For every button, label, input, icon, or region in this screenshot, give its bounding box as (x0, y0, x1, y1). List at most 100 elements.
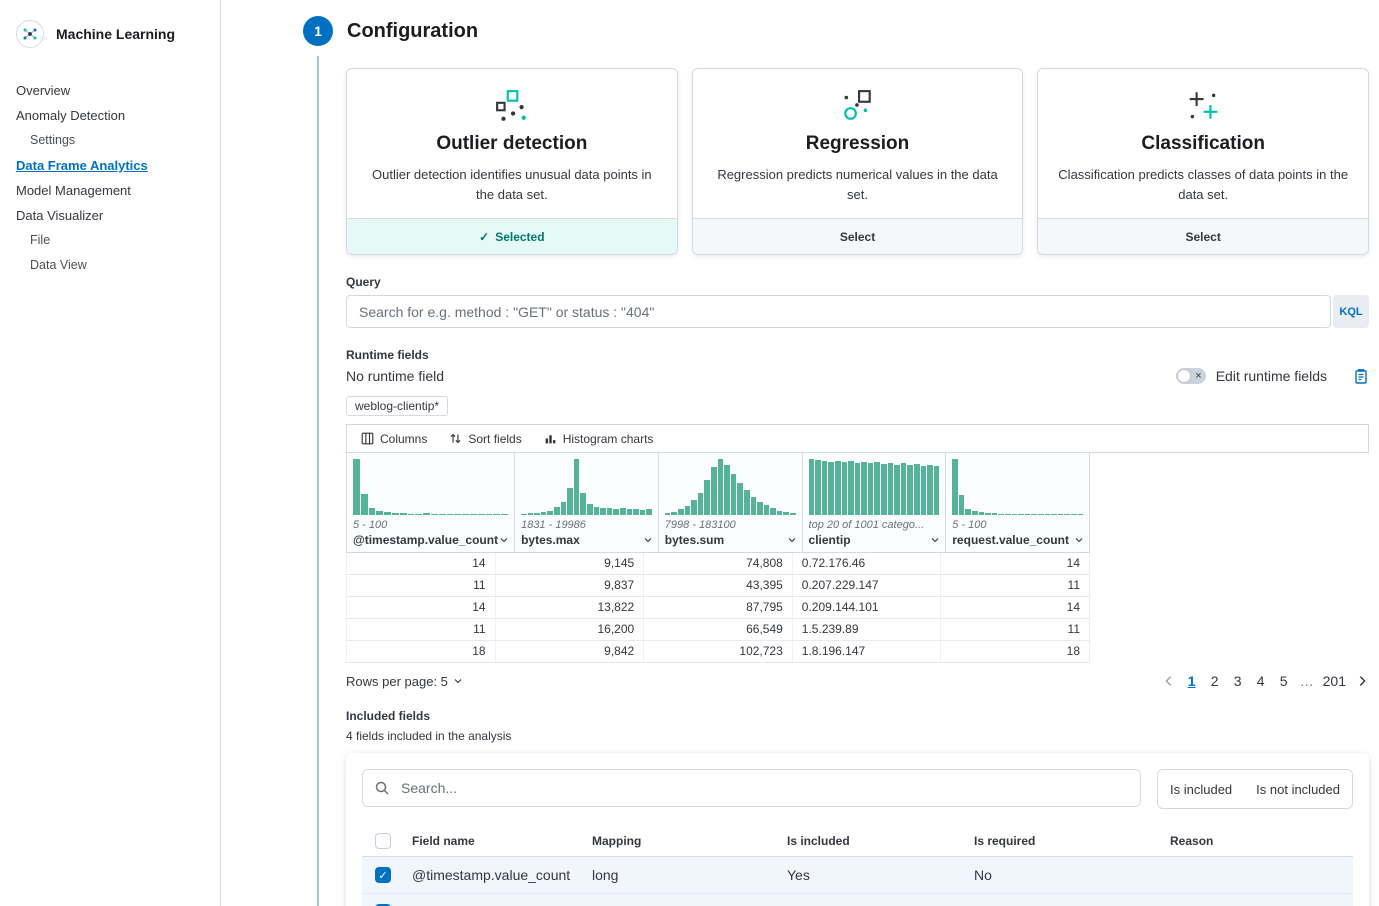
pagination-page-1[interactable]: 1 (1185, 673, 1199, 689)
column-header-timestamp-value-count[interactable]: @timestamp.value_count (347, 531, 514, 552)
card-description: Regression predicts numerical values in … (711, 165, 1005, 204)
card-classification[interactable]: Classification Classification predicts c… (1037, 68, 1369, 255)
column-header-field-name: Field name (402, 834, 582, 848)
is-included-filter-button[interactable]: Is included (1158, 770, 1244, 808)
field-is-required: No (964, 867, 1160, 883)
select-all-checkbox[interactable] (375, 833, 391, 849)
grid-cell: 87,795 (644, 597, 793, 618)
sort-fields-button-label: Sort fields (468, 432, 521, 446)
sidebar-item-data-view[interactable]: Data View (30, 253, 204, 278)
toggle-thumb (1177, 369, 1191, 383)
runtime-fields-status: No runtime field (346, 368, 444, 384)
included-fields-subtitle: 4 fields included in the analysis (346, 729, 1369, 743)
grid-cell: 11 (941, 619, 1090, 640)
column-header-request-value-count[interactable]: request.value_count (946, 531, 1089, 552)
pagination-page-3[interactable]: 3 (1231, 673, 1245, 689)
column-header-clientip[interactable]: clientip (803, 531, 946, 552)
footer-label: Select (1186, 230, 1221, 244)
grid-column-timestamp: 5 - 100 @timestamp.value_count (347, 453, 515, 553)
query-input[interactable] (346, 295, 1331, 328)
grid-row: 14 9,145 74,808 0.72.176.46 14 (346, 553, 1090, 575)
histogram-charts-button-label: Histogram charts (563, 432, 654, 446)
edit-runtime-fields-toggle[interactable]: × (1176, 368, 1206, 384)
sidebar: Machine Learning Overview Anomaly Detect… (0, 0, 221, 906)
sidebar-item-data-frame-analytics[interactable]: Data Frame Analytics (16, 153, 204, 178)
columns-button-label: Columns (380, 432, 427, 446)
rows-per-page-button[interactable]: Rows per page: 5 (346, 674, 464, 689)
sidebar-item-overview[interactable]: Overview (16, 78, 204, 103)
card-outlier-detection[interactable]: Outlier detection Outlier detection iden… (346, 68, 678, 255)
grid-row: 11 9,837 43,395 0.207.229.147 11 (346, 575, 1090, 597)
grid-cell: 1.5.239.89 (793, 619, 942, 640)
request-value-count-histogram (946, 453, 1089, 515)
grid-cell: 43,395 (644, 575, 793, 596)
histogram-charts-button[interactable]: Histogram charts (536, 432, 662, 446)
pagination-prev-icon[interactable] (1162, 674, 1176, 688)
grid-cell: 102,723 (644, 641, 793, 662)
grid-cell: 1.8.196.147 (793, 641, 942, 662)
kql-button[interactable]: KQL (1333, 295, 1369, 328)
grid-row: 11 16,200 66,549 1.5.239.89 11 (346, 619, 1090, 641)
included-fields-label: Included fields (346, 709, 1369, 723)
sidebar-item-model-management[interactable]: Model Management (16, 178, 204, 203)
sidebar-item-settings[interactable]: Settings (30, 128, 204, 153)
grid-cell: 11 (347, 619, 496, 640)
card-regression[interactable]: Regression Regression predicts numerical… (692, 68, 1024, 255)
field-mapping: long (582, 867, 777, 883)
pagination-page-201[interactable]: 201 (1323, 673, 1346, 689)
grid-cell: 9,842 (496, 641, 645, 662)
machine-learning-logo-icon (16, 20, 44, 48)
pagination-page-2[interactable]: 2 (1208, 673, 1222, 689)
step-header: 1 Configuration (221, 16, 1379, 46)
sidebar-item-anomaly-detection[interactable]: Anomaly Detection (16, 103, 204, 128)
card-description: Classification predicts classes of data … (1056, 165, 1350, 204)
field-search-input[interactable] (362, 769, 1141, 807)
grid-cell: 14 (941, 553, 1090, 574)
card-description: Outlier detection identifies unusual dat… (365, 165, 659, 204)
sidebar-item-file[interactable]: File (30, 228, 204, 253)
grid-column-clientip: top 20 of 1001 catego... clientip (803, 453, 947, 553)
column-header-bytes-sum[interactable]: bytes.sum (659, 531, 802, 552)
timestamp-histogram (347, 453, 514, 515)
card-title: Outlier detection (365, 133, 659, 155)
column-header-reason: Reason (1160, 834, 1353, 848)
sort-fields-button[interactable]: Sort fields (441, 432, 529, 446)
regression-select-footer[interactable]: Select (693, 218, 1023, 254)
outlier-detection-selected-footer[interactable]: ✓ Selected (347, 218, 677, 254)
grid-cell: 11 (347, 575, 496, 596)
field-name: @timestamp.value_count (402, 867, 582, 883)
app-title: Machine Learning (56, 26, 175, 42)
pagination-next-icon[interactable] (1355, 674, 1369, 688)
runtime-fields-label: Runtime fields (346, 348, 1369, 362)
card-classification-body: Classification Classification predicts c… (1038, 69, 1368, 218)
pagination-page-4[interactable]: 4 (1254, 673, 1268, 689)
footer-label: Selected (495, 230, 544, 244)
sidebar-item-data-visualizer[interactable]: Data Visualizer (16, 203, 204, 228)
grid-cell: 14 (347, 597, 496, 618)
grid-cell: 18 (347, 641, 496, 662)
column-range: 5 - 100 (946, 515, 1089, 531)
column-range: 7998 - 183100 (659, 515, 802, 531)
column-header-bytes-max[interactable]: bytes.max (515, 531, 658, 552)
classification-select-footer[interactable]: Select (1038, 218, 1368, 254)
grid-cell: 14 (347, 553, 496, 574)
is-not-included-filter-button[interactable]: Is not included (1244, 770, 1352, 808)
chevron-down-icon (786, 534, 798, 546)
field-row-bytes-max: ✓ bytes.max long Yes No (362, 894, 1353, 906)
pagination-ellipsis: … (1300, 673, 1314, 689)
card-title: Classification (1056, 133, 1350, 155)
toggle-off-x-icon: × (1195, 368, 1201, 384)
column-header-is-required: Is required (964, 834, 1160, 848)
field-row-timestamp-value-count: ✓ @timestamp.value_count long Yes No (362, 857, 1353, 894)
job-type-cards: Outlier detection Outlier detection iden… (346, 68, 1369, 255)
data-grid-toolbar: Columns Sort fields Histogram charts (346, 424, 1369, 453)
grid-column-bytes-max: 1831 - 19986 bytes.max (515, 453, 659, 553)
grid-cell: 13,822 (496, 597, 645, 618)
pagination-page-5[interactable]: 5 (1277, 673, 1291, 689)
runtime-fields-row: No runtime field × Edit runtime fields (346, 368, 1369, 384)
row-checkbox[interactable]: ✓ (375, 867, 391, 883)
runtime-fields-controls: × Edit runtime fields (1176, 368, 1369, 384)
columns-button[interactable]: Columns (353, 432, 435, 446)
grid-column-request-value-count: 5 - 100 request.value_count (946, 453, 1090, 553)
clipboard-icon[interactable] (1353, 368, 1369, 384)
